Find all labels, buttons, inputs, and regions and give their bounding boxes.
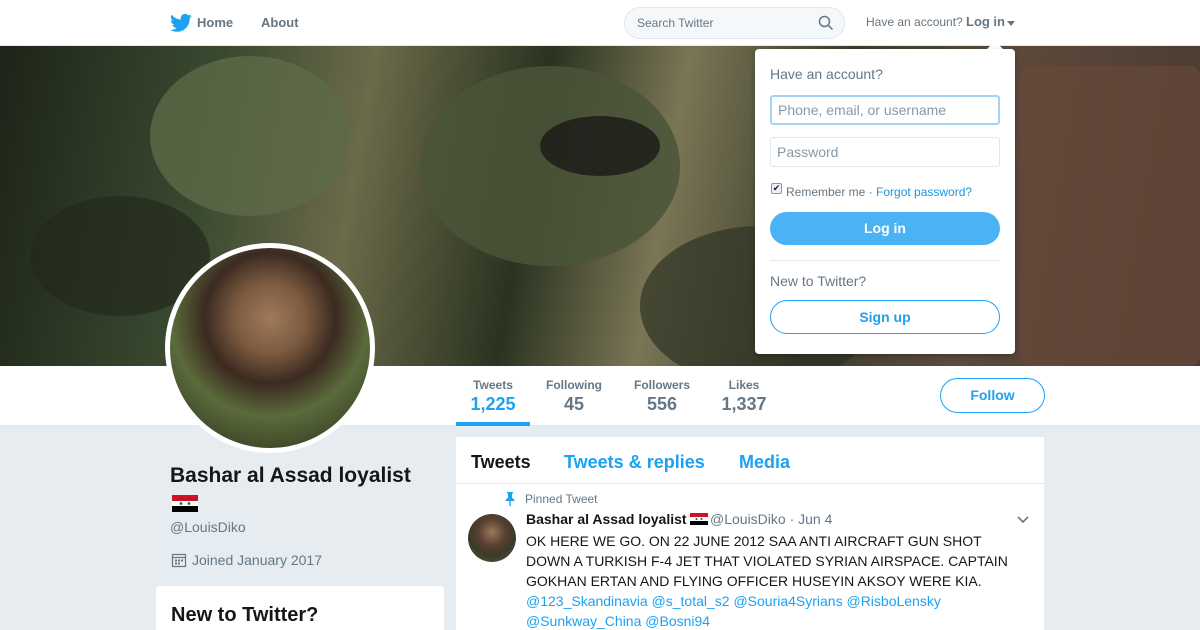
tweet-avatar[interactable]: [468, 514, 516, 562]
stat-following[interactable]: Following 45: [545, 378, 603, 415]
tab-tweets-replies[interactable]: Tweets & replies: [564, 452, 705, 473]
avatar[interactable]: [165, 243, 375, 453]
profile-handle: @LouisDiko: [170, 519, 246, 535]
have-account-text: Have an account?: [866, 15, 963, 29]
stat-tweets[interactable]: Tweets 1,225: [470, 378, 516, 415]
search-placeholder: Search Twitter: [637, 16, 714, 30]
stat-value: 1,337: [721, 394, 767, 414]
remember-me-checkbox[interactable]: ✔: [771, 183, 782, 194]
follow-button[interactable]: Follow: [940, 378, 1045, 413]
login-button[interactable]: Log in: [770, 212, 1000, 245]
stat-label: Followers: [633, 378, 690, 392]
new-to-twitter-title: New to Twitter?: [171, 604, 319, 626]
login-dropdown-toggle[interactable]: Log in: [966, 14, 1005, 29]
tweet-meta: @LouisDiko · Jun 4: [710, 511, 832, 527]
stat-label: Tweets: [473, 378, 513, 392]
stat-value: 1,225: [470, 394, 516, 414]
forgot-password-link[interactable]: Forgot password?: [876, 185, 972, 199]
profile-name-text: Bashar al Assad loyalist: [170, 464, 411, 487]
syria-flag-icon: [172, 495, 198, 512]
stat-value: 556: [646, 394, 678, 414]
twitter-bird-icon[interactable]: [170, 13, 192, 33]
divider: [770, 260, 1000, 261]
username-field[interactable]: [770, 95, 1000, 125]
login-dropdown-title: Have an account?: [770, 66, 883, 82]
remember-me-label[interactable]: Remember me: [786, 185, 865, 199]
top-nav: Home About Search Twitter Have an accoun…: [0, 0, 1200, 46]
nav-about-link[interactable]: About: [261, 15, 299, 30]
divider: [456, 483, 1044, 484]
nav-home-link[interactable]: Home: [197, 15, 233, 30]
calendar-icon: [171, 553, 187, 568]
stat-likes[interactable]: Likes 1,337: [721, 378, 767, 415]
pinned-tweet-label: Pinned Tweet: [525, 492, 598, 506]
new-to-twitter-text: New to Twitter?: [770, 273, 867, 289]
tab-media[interactable]: Media: [739, 452, 790, 473]
stat-followers[interactable]: Followers 556: [633, 378, 691, 415]
tweet-mentions[interactable]: @123_Skandinavia @s_total_s2 @Souria4Syr…: [526, 591, 1026, 630]
chevron-down-icon[interactable]: [1007, 21, 1015, 26]
search-input[interactable]: Search Twitter: [624, 7, 845, 39]
search-icon[interactable]: [818, 15, 834, 31]
tweet-handle[interactable]: @LouisDiko: [710, 511, 786, 527]
password-field[interactable]: [770, 137, 1000, 167]
pin-icon: [505, 492, 515, 506]
joined-date: Joined January 2017: [192, 552, 322, 568]
tweet-author[interactable]: Bashar al Assad loyalist: [526, 511, 709, 527]
remember-me-row: Remember me · Forgot password?: [786, 185, 972, 199]
tweet-date[interactable]: Jun 4: [798, 511, 832, 527]
stat-value: 45: [563, 394, 585, 414]
remember-separator: ·: [865, 185, 877, 199]
dropdown-arrow: [987, 41, 1003, 49]
chevron-down-icon[interactable]: [1016, 515, 1030, 525]
tweet-text: OK HERE WE GO. ON 22 JUNE 2012 SAA ANTI …: [526, 533, 1008, 589]
tab-tweets[interactable]: Tweets: [471, 452, 531, 473]
stat-label: Likes: [728, 378, 760, 392]
login-dropdown: Have an account? ✔ Remember me · Forgot …: [755, 49, 1015, 354]
new-to-twitter-card: New to Twitter?: [156, 586, 444, 630]
timeline: Tweets Tweets & replies Media Pinned Twe…: [456, 437, 1044, 630]
profile-name: Bashar al Assad loyalist: [170, 462, 430, 518]
syria-flag-icon: [690, 513, 709, 525]
tweet-separator: ·: [789, 511, 795, 527]
signup-button[interactable]: Sign up: [770, 300, 1000, 334]
active-stat-indicator: [456, 422, 530, 426]
tweet-author-name[interactable]: Bashar al Assad loyalist: [526, 511, 687, 527]
stat-label: Following: [546, 378, 602, 392]
